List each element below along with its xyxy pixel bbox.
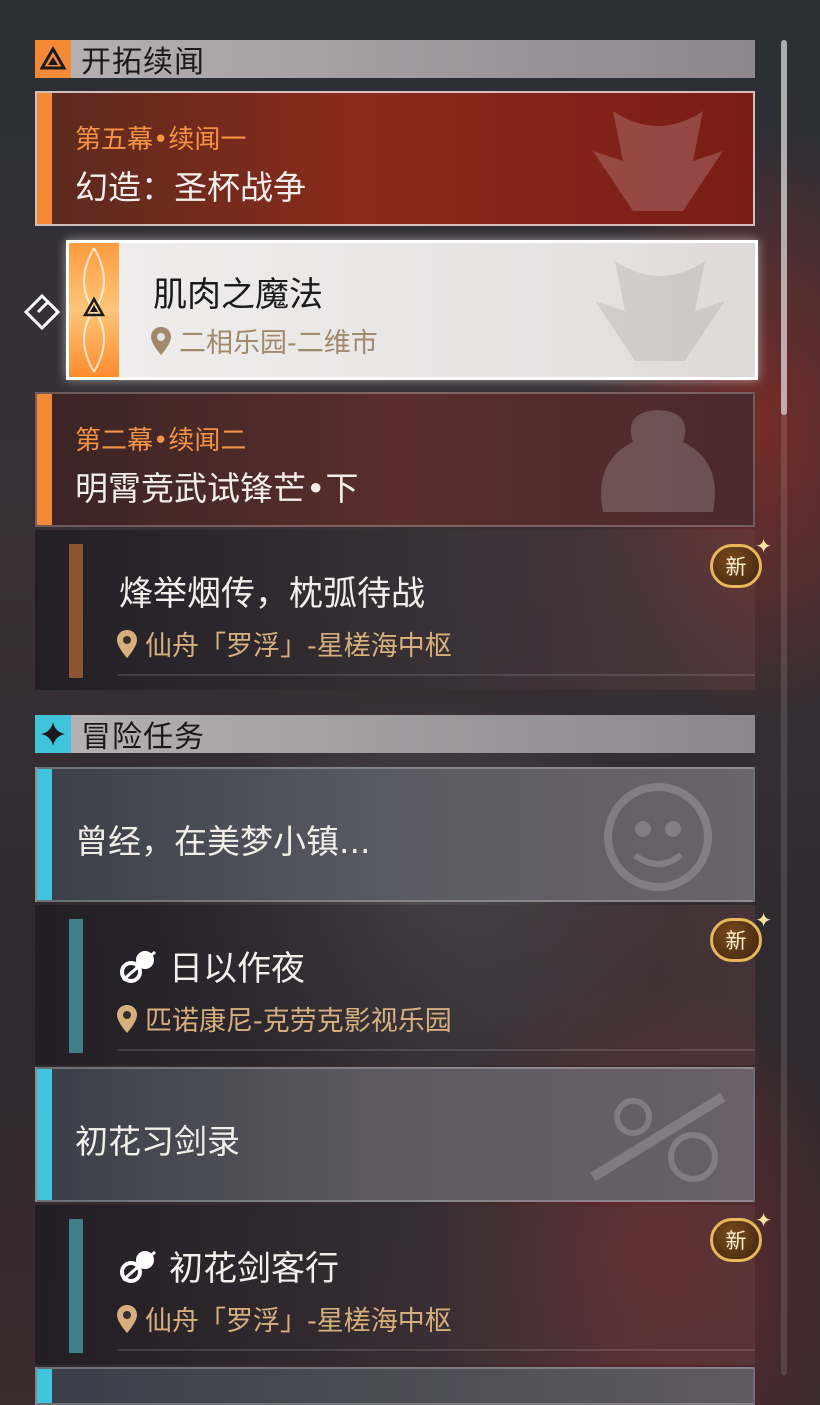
chapter-title: 曾经，在美梦小镇... <box>75 822 371 861</box>
quest-card-beacon[interactable]: 烽举烟传，枕弧待战 仙舟「罗浮」-星槎海中枢 <box>35 530 755 690</box>
chapter-emblem-icon <box>590 1092 726 1182</box>
new-badge-label: 新 <box>710 544 762 588</box>
quest-location: 匹诺康尼-克劳克影视乐园 <box>117 999 452 1038</box>
divider <box>117 1349 755 1351</box>
triangle-emblem-icon <box>82 247 106 373</box>
quest-title: 日以作夜 <box>169 949 305 989</box>
new-badge: 新 ✦ <box>710 534 772 590</box>
quest-location-text: 仙舟「罗浮」-星槎海中枢 <box>145 1306 452 1337</box>
map-pin-icon <box>151 326 171 355</box>
chapter-subtitle: 第五幕•续闻一 <box>75 125 247 155</box>
new-badge: 新 ✦ <box>710 908 772 964</box>
quest-accent-bar <box>69 1219 83 1353</box>
chapter-emblem-icon <box>604 783 712 891</box>
scrollbar-thumb[interactable] <box>781 40 787 415</box>
quest-title-row: 初花剑客行 <box>119 1241 339 1290</box>
chapter-card-partial[interactable] <box>35 1367 755 1405</box>
diamond-arrow-icon <box>24 293 61 331</box>
quest-accent-bar <box>69 544 83 678</box>
quest-title: 肌肉之魔法 <box>153 275 323 315</box>
chapter-card-martial-contest[interactable]: 第二幕•续闻二 明霄竞武试锋芒•下 <box>35 392 755 527</box>
chapter-title: 幻造：圣杯战争 <box>75 168 306 207</box>
chapter-accent-stripe <box>37 93 52 224</box>
chapter-accent-stripe <box>37 1069 52 1200</box>
quest-card-selected[interactable]: 肌肉之魔法 二相乐园-二维市 <box>66 240 758 380</box>
chapter-subtitle: 第二幕•续闻二 <box>75 426 247 456</box>
sparkle-icon: ✦ <box>755 908 772 932</box>
adventure-quest-icon <box>120 950 156 983</box>
quest-location-text: 仙舟「罗浮」-星槎海中枢 <box>145 631 452 662</box>
adventure-quest-icon <box>120 1250 156 1283</box>
map-pin-icon <box>117 1004 137 1033</box>
quest-type-tile <box>69 243 119 377</box>
section-title: 冒险任务 <box>81 720 205 755</box>
new-badge-label: 新 <box>710 1218 762 1262</box>
section-title: 开拓续闻 <box>81 45 205 80</box>
chapter-accent-stripe <box>37 1369 52 1403</box>
chapter-emblem-icon <box>593 111 723 211</box>
chapter-title: 明霄竞武试锋芒•下 <box>75 469 359 508</box>
quest-card-sword-traveler[interactable]: 初花剑客行 仙舟「罗浮」-星槎海中枢 <box>35 1205 755 1365</box>
map-pin-icon <box>117 1304 137 1333</box>
section-header-adventure: 冒险任务 <box>35 715 755 755</box>
quest-card-day-as-night[interactable]: 日以作夜 匹诺康尼-克劳克影视乐园 <box>35 905 755 1065</box>
quest-accent-bar <box>69 919 83 1053</box>
quest-title-row: 日以作夜 <box>119 941 305 990</box>
chapter-card-dream-town[interactable]: 曾经，在美梦小镇... <box>35 767 755 902</box>
chapter-emblem-icon <box>601 410 715 512</box>
scrollbar-track[interactable] <box>781 40 787 1375</box>
section-header-trailblaze: 开拓续闻 <box>35 40 755 80</box>
quest-location: 二相乐园-二维市 <box>151 321 378 360</box>
quest-location: 仙舟「罗浮」-星槎海中枢 <box>117 1299 452 1338</box>
chapter-accent-stripe <box>37 394 52 525</box>
quest-emblem-icon <box>595 261 725 361</box>
chapter-title: 初花习剑录 <box>75 1122 240 1161</box>
quest-location: 仙舟「罗浮」-星槎海中枢 <box>117 624 452 663</box>
divider <box>117 1049 755 1051</box>
new-badge-label: 新 <box>710 918 762 962</box>
quest-location-text: 二相乐园-二维市 <box>179 328 378 359</box>
quest-title: 烽举烟传，枕弧待战 <box>119 574 425 614</box>
four-point-star-icon <box>35 715 71 753</box>
new-badge: 新 ✦ <box>710 1208 772 1264</box>
quest-location-text: 匹诺康尼-克劳克影视乐园 <box>145 1006 452 1037</box>
sparkle-icon: ✦ <box>755 534 772 558</box>
triangle-emblem-icon <box>35 40 71 78</box>
chapter-accent-stripe <box>37 769 52 900</box>
map-pin-icon <box>117 629 137 658</box>
chapter-card-grail-war[interactable]: 第五幕•续闻一 幻造：圣杯战争 <box>35 91 755 226</box>
divider <box>117 674 755 676</box>
quest-title: 初花剑客行 <box>169 1249 339 1289</box>
chapter-card-sword-record[interactable]: 初花习剑录 <box>35 1067 755 1202</box>
sparkle-icon: ✦ <box>755 1208 772 1232</box>
